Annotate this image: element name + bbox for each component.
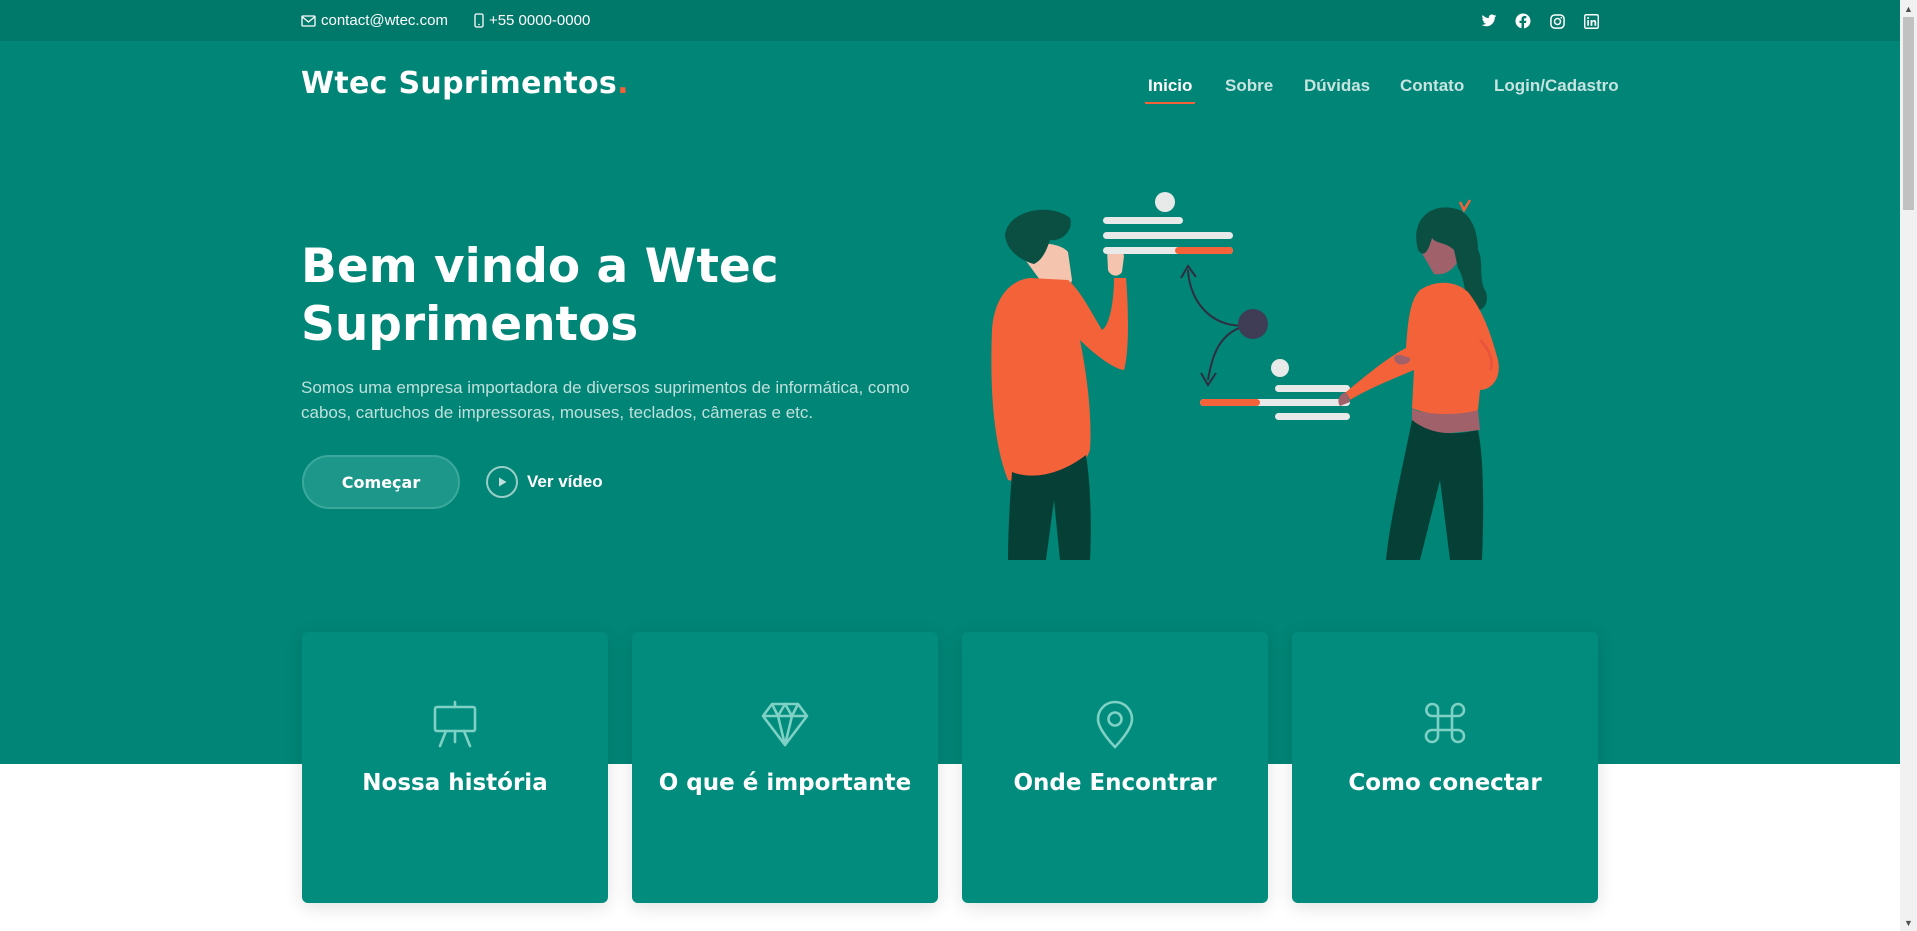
page-scrollbar[interactable]: ▲ ▼ <box>1900 0 1917 931</box>
phone-text: +55 0000-0000 <box>488 12 591 29</box>
main-nav: Inicio Sobre Dúvidas Contato Login/Cadas… <box>17 76 1917 106</box>
nav-item-contato[interactable]: Contato <box>1400 76 1464 96</box>
nav-item-inicio[interactable]: Inicio <box>1144 76 1196 104</box>
card-onde-encontrar[interactable]: Onde Encontrar <box>962 632 1268 903</box>
twitter-icon[interactable] <box>1480 12 1498 30</box>
start-button[interactable]: Começar <box>302 455 460 509</box>
nav-item-duvidas[interactable]: Dúvidas <box>1304 76 1370 96</box>
card-title: Nossa história <box>362 770 548 796</box>
scroll-up-icon[interactable]: ▲ <box>1900 0 1917 17</box>
phone-icon <box>474 13 484 28</box>
watch-video-label: Ver vídeo <box>527 472 603 491</box>
man-figure <box>991 209 1128 560</box>
social-links <box>1480 12 1600 30</box>
top-bar: contact@wtec.com +55 0000-0000 <box>0 0 1900 41</box>
card-nossa-historia[interactable]: Nossa história <box>302 632 608 903</box>
nav-item-login-cadastro[interactable]: Login/Cadastro <box>1494 76 1619 96</box>
nav-item-sobre[interactable]: Sobre <box>1225 76 1273 96</box>
watch-video-button[interactable]: Ver vídeo <box>486 466 603 498</box>
gem-icon <box>632 700 938 748</box>
presentation-easel-icon <box>302 700 608 748</box>
feature-cards: Nossa história O que é importante Onde E… <box>302 632 1598 903</box>
woman-figure <box>1338 199 1499 560</box>
card-o-que-e-importante[interactable]: O que é importante <box>632 632 938 903</box>
card-title: Onde Encontrar <box>1013 770 1217 796</box>
facebook-icon[interactable] <box>1514 12 1532 30</box>
hero-subtitle: Somos uma empresa importadora de diverso… <box>301 378 910 422</box>
hero-illustration <box>991 192 1499 560</box>
envelope-icon <box>301 14 316 27</box>
play-icon <box>486 466 518 498</box>
card-title: O que é importante <box>658 770 912 796</box>
instagram-icon[interactable] <box>1548 12 1566 30</box>
card-title: Como conectar <box>1348 770 1542 796</box>
chart-panel-bottom <box>1200 359 1350 420</box>
linkedin-icon[interactable] <box>1582 12 1600 30</box>
chart-panel-top <box>1103 192 1233 254</box>
email-contact[interactable]: contact@wtec.com <box>301 12 448 29</box>
map-pin-icon <box>962 700 1268 749</box>
card-como-conectar[interactable]: Como conectar <box>1292 632 1598 903</box>
email-text: contact@wtec.com <box>321 12 448 29</box>
hero-title: Bem vindo a Wtec Suprimentos <box>301 239 779 352</box>
phone-contact[interactable]: +55 0000-0000 <box>474 12 590 29</box>
contact-info: contact@wtec.com +55 0000-0000 <box>301 12 590 29</box>
command-icon <box>1292 700 1598 748</box>
scroll-down-icon[interactable]: ▼ <box>1900 914 1917 931</box>
scrollbar-thumb[interactable] <box>1903 17 1914 210</box>
